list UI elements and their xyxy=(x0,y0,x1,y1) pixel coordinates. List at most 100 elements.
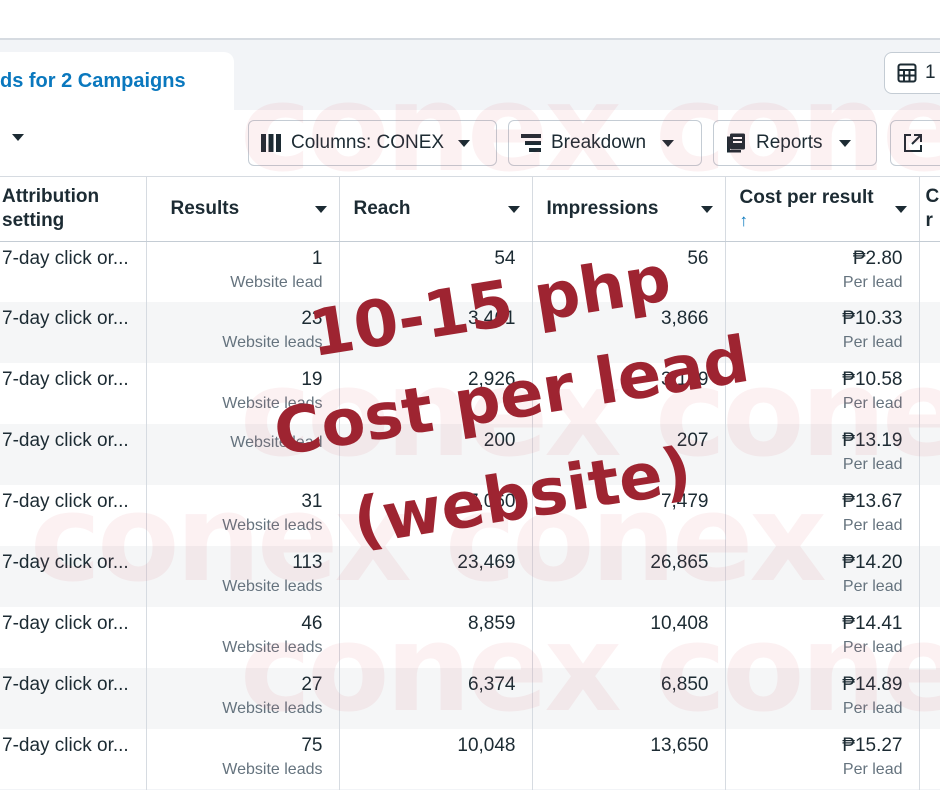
reach-cell: 10,048 xyxy=(339,729,533,790)
table-view-button[interactable]: 1 xyxy=(884,52,940,94)
cost-per-result-cell: ₱13.67 Per lead xyxy=(725,485,920,546)
header-results[interactable]: Results xyxy=(146,177,340,242)
header-cost-per-result[interactable]: Cost per result ↑ xyxy=(725,177,920,242)
reports-caret-icon xyxy=(838,139,851,147)
cost-value: ₱15.27 xyxy=(842,735,903,756)
breakdown-button[interactable]: Breakdown xyxy=(508,120,702,166)
breakdown-label: Breakdown xyxy=(551,132,647,153)
results-table-grid: Attribution setting Results Reach Impres… xyxy=(0,177,940,790)
reach-cell: 7,060 xyxy=(339,485,533,546)
cost-unit: Per lead xyxy=(842,273,903,291)
next-column-cell xyxy=(919,546,940,607)
next-column-cell xyxy=(919,363,940,424)
cost-per-result-cell: ₱10.33 Per lead xyxy=(725,302,920,363)
table-row[interactable]: 7-day click or... 19 Website leads 2,926 3,1… xyxy=(0,363,940,424)
impressions-cell: 26,865 xyxy=(532,546,726,607)
cost-value: ₱14.89 xyxy=(842,674,903,695)
cost-per-result-cell: ₱13.19 Per lead xyxy=(725,424,920,485)
results-cell: Website lead xyxy=(146,424,340,485)
results-value: 19 xyxy=(301,369,323,390)
table-row[interactable]: 7-day click or... 46 Website leads 8,859 10,… xyxy=(0,607,940,668)
cost-per-result-cell: ₱2.80 Per lead xyxy=(725,241,920,302)
results-type: Website leads xyxy=(222,761,323,778)
results-cell: 31 Website leads xyxy=(146,485,340,546)
reach-cell: 54 xyxy=(339,241,533,302)
table-row[interactable]: 7-day click or... 23 Website leads 3,461 3,8… xyxy=(0,302,940,363)
reports-button[interactable]: Reports xyxy=(713,120,877,166)
impressions-sort-caret-icon xyxy=(700,206,713,213)
results-type: Website leads xyxy=(222,639,323,656)
next-column-cell xyxy=(919,485,940,546)
results-value: 31 xyxy=(301,491,323,512)
cost-unit: Per lead xyxy=(842,700,903,717)
next-column-cell xyxy=(919,668,940,729)
results-type: Website lead xyxy=(230,273,323,291)
top-blank-band xyxy=(0,0,940,38)
header-attribution-setting[interactable]: Attribution setting xyxy=(0,177,147,242)
results-cell: 27 Website leads xyxy=(146,668,340,729)
cost-unit: Per lead xyxy=(842,761,903,778)
results-value: 23 xyxy=(301,308,323,329)
attribution-cell: 7-day click or... xyxy=(0,546,147,607)
cost-per-result-cell: ₱14.89 Per lead xyxy=(725,668,920,729)
results-type: Website leads xyxy=(222,578,323,595)
cost-unit: Per lead xyxy=(842,578,903,595)
campaign-tab[interactable]: ds for 2 Campaigns xyxy=(0,52,234,110)
header-reach[interactable]: Reach xyxy=(339,177,533,242)
results-value: 113 xyxy=(292,552,323,573)
reach-cell: 8,859 xyxy=(339,607,533,668)
cost-unit: Per lead xyxy=(842,639,903,656)
cost-value: ₱10.58 xyxy=(842,369,903,390)
attribution-cell: 7-day click or... xyxy=(0,241,147,302)
results-table: Attribution setting Results Reach Impres… xyxy=(0,176,940,790)
results-type: Website leads xyxy=(222,395,323,412)
results-type: Website leads xyxy=(222,334,323,351)
impressions-cell: 10,408 xyxy=(532,607,726,668)
table-header-row: Attribution setting Results Reach Impres… xyxy=(0,177,940,242)
cost-value: ₱10.33 xyxy=(842,308,903,329)
next-column-cell xyxy=(919,424,940,485)
cost-unit: Per lead xyxy=(842,395,903,412)
results-cell: 113 Website leads xyxy=(146,546,340,607)
breakdown-caret-icon xyxy=(662,139,675,147)
reach-sort-caret-icon xyxy=(507,206,520,213)
cost-value: ₱13.19 xyxy=(842,430,903,451)
impressions-cell: 3,866 xyxy=(532,302,726,363)
table-body: 7-day click or... 1 Website lead 54 56 ₱2.80 P… xyxy=(0,241,940,790)
sort-ascending-arrow-icon: ↑ xyxy=(739,210,749,230)
table-row[interactable]: 7-day click or... Website lead 200 207 ₱13.1… xyxy=(0,424,940,485)
header-next-column[interactable]: C r xyxy=(919,177,940,242)
reports-icon xyxy=(727,133,745,153)
results-value: 75 xyxy=(301,735,323,756)
export-button[interactable] xyxy=(890,120,940,166)
reach-cell: 3,461 xyxy=(339,302,533,363)
table-row[interactable]: 7-day click or... 113 Website leads 23,469 2… xyxy=(0,546,940,607)
header-impressions[interactable]: Impressions xyxy=(532,177,726,242)
cost-value: ₱2.80 xyxy=(852,247,903,269)
cost-unit: Per lead xyxy=(842,517,903,534)
impressions-cell: 3,169 xyxy=(532,363,726,424)
breakdown-icon xyxy=(521,134,541,152)
attribution-cell: 7-day click or... xyxy=(0,302,147,363)
table-view-label: 1 xyxy=(925,62,936,83)
table-row[interactable]: 7-day click or... 27 Website leads 6,374 6,8… xyxy=(0,668,940,729)
reports-label: Reports xyxy=(756,132,823,153)
attribution-cell: 7-day click or... xyxy=(0,363,147,424)
results-sort-caret-icon xyxy=(314,206,327,213)
cost-per-result-cell: ₱15.27 Per lead xyxy=(725,729,920,790)
columns-button[interactable]: Columns: CONEX xyxy=(248,120,497,166)
impressions-cell: 13,650 xyxy=(532,729,726,790)
results-cell: 23 Website leads xyxy=(146,302,340,363)
cost-value: ₱13.67 xyxy=(842,491,903,512)
impressions-cell: 56 xyxy=(532,241,726,302)
reach-cell: 23,469 xyxy=(339,546,533,607)
table-row[interactable]: 7-day click or... 75 Website leads 10,048 13… xyxy=(0,729,940,790)
table-row[interactable]: 7-day click or... 31 Website leads 7,060 7,4… xyxy=(0,485,940,546)
cost-value: ₱14.20 xyxy=(842,552,903,573)
next-column-cell xyxy=(919,241,940,302)
cost-unit: Per lead xyxy=(842,456,903,473)
table-row[interactable]: 7-day click or... 1 Website lead 54 56 ₱2.80 P… xyxy=(0,241,940,302)
attribution-cell: 7-day click or... xyxy=(0,729,147,790)
dropdown-caret-icon[interactable] xyxy=(12,134,24,141)
results-cell: 19 Website leads xyxy=(146,363,340,424)
